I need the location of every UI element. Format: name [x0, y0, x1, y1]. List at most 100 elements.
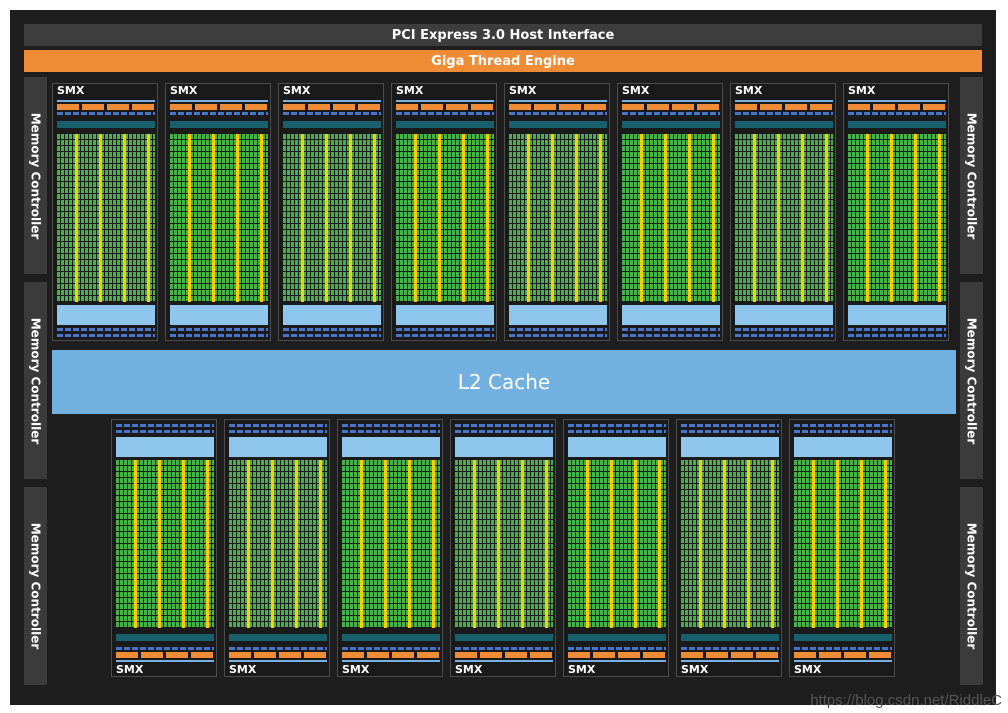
core-divider	[438, 134, 441, 302]
smx-label: SMX	[622, 84, 650, 97]
smx-bus	[57, 100, 155, 102]
register-file	[57, 112, 155, 115]
register-file	[229, 647, 327, 650]
core-divider	[432, 460, 435, 628]
shared-memory	[848, 305, 946, 325]
shared-memory	[396, 305, 494, 325]
instruction-cache	[455, 634, 553, 641]
smx-label: SMX	[116, 663, 144, 676]
shared-memory	[57, 305, 155, 325]
core-divider	[914, 134, 917, 302]
register-file	[283, 112, 381, 115]
cuda-core-array	[735, 134, 833, 302]
smx-label: SMX	[735, 84, 763, 97]
core-divider	[938, 134, 941, 302]
shared-memory	[509, 305, 607, 325]
gpu-chip-diagram: PCI Express 3.0 Host Interface Giga Thre…	[10, 10, 996, 705]
texture-units	[622, 328, 720, 331]
core-divider	[99, 134, 102, 302]
l2-cache: L2 Cache	[52, 350, 956, 414]
texture-cache	[735, 334, 833, 337]
texture-cache	[509, 334, 607, 337]
smx-label: SMX	[57, 84, 85, 97]
memory-controller-left-1: Memory Controller	[24, 77, 47, 274]
smx-bus	[229, 660, 327, 662]
register-file	[455, 647, 553, 650]
texture-cache	[116, 424, 214, 427]
instruction-cache	[116, 634, 214, 641]
core-divider	[812, 460, 815, 628]
shared-memory	[681, 437, 779, 457]
smx-block: SMX	[165, 83, 271, 341]
core-divider	[134, 460, 137, 628]
smx-block: SMX	[391, 83, 497, 341]
instruction-cache	[229, 634, 327, 641]
shared-memory	[735, 305, 833, 325]
core-divider	[712, 134, 715, 302]
core-divider	[319, 460, 322, 628]
smx-block: SMX	[730, 83, 836, 341]
instruction-cache	[735, 121, 833, 128]
smx-block: SMX	[617, 83, 723, 341]
texture-units	[57, 328, 155, 331]
warp-scheduler	[848, 104, 946, 110]
instruction-cache	[509, 121, 607, 128]
core-divider	[723, 460, 726, 628]
core-divider	[860, 460, 863, 628]
cuda-core-array	[229, 460, 327, 628]
core-divider	[699, 460, 702, 628]
cuda-core-array	[342, 460, 440, 628]
register-file	[396, 112, 494, 115]
core-divider	[866, 134, 869, 302]
smx-block: SMX	[111, 419, 217, 677]
core-divider	[664, 134, 667, 302]
warp-scheduler	[455, 652, 553, 658]
smx-block: SMX	[224, 419, 330, 677]
core-divider	[753, 134, 756, 302]
texture-cache	[283, 334, 381, 337]
smx-block: SMX	[676, 419, 782, 677]
texture-units	[283, 328, 381, 331]
register-file	[794, 647, 892, 650]
core-divider	[123, 134, 126, 302]
texture-cache	[848, 334, 946, 337]
shared-memory	[229, 437, 327, 457]
core-divider	[325, 134, 328, 302]
texture-cache	[57, 334, 155, 337]
cuda-core-array	[509, 134, 607, 302]
core-divider	[147, 134, 150, 302]
pcie-host-interface: PCI Express 3.0 Host Interface	[24, 24, 982, 46]
instruction-cache	[283, 121, 381, 128]
smx-block: SMX	[504, 83, 610, 341]
warp-scheduler	[229, 652, 327, 658]
register-file	[509, 112, 607, 115]
smx-bus	[342, 660, 440, 662]
shared-memory	[455, 437, 553, 457]
texture-units	[342, 430, 440, 433]
instruction-cache	[342, 634, 440, 641]
texture-units	[735, 328, 833, 331]
texture-units	[794, 430, 892, 433]
core-divider	[486, 134, 489, 302]
cuda-core-array	[116, 460, 214, 628]
instruction-cache	[568, 634, 666, 641]
texture-units	[229, 430, 327, 433]
core-divider	[545, 460, 548, 628]
shared-memory	[283, 305, 381, 325]
register-file	[681, 647, 779, 650]
core-divider	[373, 134, 376, 302]
smx-bus	[116, 660, 214, 662]
core-divider	[408, 460, 411, 628]
shared-memory	[794, 437, 892, 457]
smx-label: SMX	[568, 663, 596, 676]
smx-bus	[622, 100, 720, 102]
texture-units	[170, 328, 268, 331]
texture-units	[396, 328, 494, 331]
warp-scheduler	[283, 104, 381, 110]
core-divider	[836, 460, 839, 628]
core-divider	[384, 460, 387, 628]
smx-block: SMX	[52, 83, 158, 341]
warp-scheduler	[681, 652, 779, 658]
memory-controller-right-3: Memory Controller	[960, 487, 983, 685]
core-divider	[301, 134, 304, 302]
